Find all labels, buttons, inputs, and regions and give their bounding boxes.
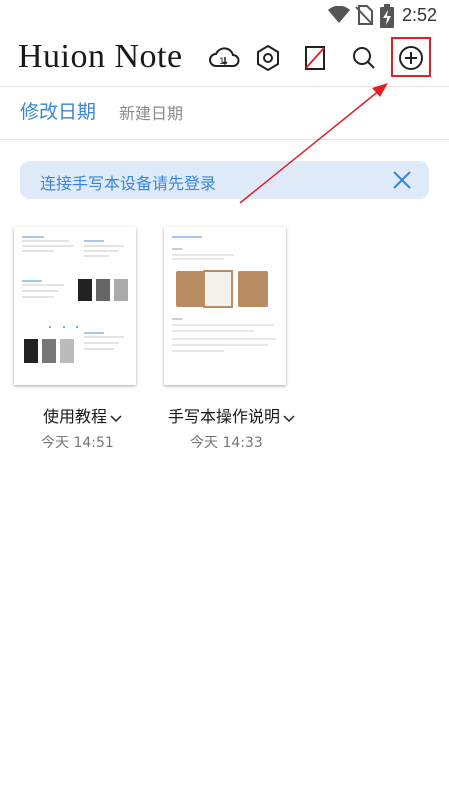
note-thumbnail [14, 227, 136, 385]
note-thumbnail [164, 227, 286, 385]
note-time: 今天 14:33 [190, 435, 263, 451]
close-icon[interactable] [391, 169, 413, 191]
battery-charging-icon [380, 4, 394, 32]
settings-hexagon-icon[interactable] [250, 40, 286, 76]
note-time: 今天 14:51 [41, 435, 114, 451]
no-sim-icon [355, 5, 373, 29]
tabs-divider [0, 139, 449, 140]
banner-text: 连接手写本设备请先登录 [40, 174, 217, 193]
wifi-icon [328, 5, 350, 28]
chevron-down-icon[interactable] [283, 408, 295, 427]
status-time: 2:52 [402, 5, 438, 25]
note-title-text: 使用教程 [43, 407, 108, 426]
app-title: Huion Note [18, 38, 183, 75]
note-title-text: 手写本操作说明 [168, 407, 281, 426]
search-icon[interactable] [346, 40, 382, 76]
add-button-highlight-box [391, 37, 431, 77]
note-title[interactable]: 使用教程 [43, 403, 122, 427]
login-banner[interactable]: 连接手写本设备请先登录 [20, 161, 429, 199]
tab-created-date[interactable]: 新建日期 [119, 100, 183, 124]
note-title[interactable]: 手写本操作说明 [168, 403, 295, 427]
disconnected-device-icon[interactable] [297, 40, 333, 76]
tab-modified-date[interactable]: 修改日期 [20, 97, 96, 124]
chevron-down-icon[interactable] [110, 408, 122, 427]
cloud-sync-icon[interactable]: 1 [206, 40, 242, 76]
status-bar: 2:52 [0, 0, 449, 32]
note-card[interactable] [164, 227, 288, 385]
note-card[interactable] [14, 227, 138, 385]
header-divider [0, 86, 449, 87]
